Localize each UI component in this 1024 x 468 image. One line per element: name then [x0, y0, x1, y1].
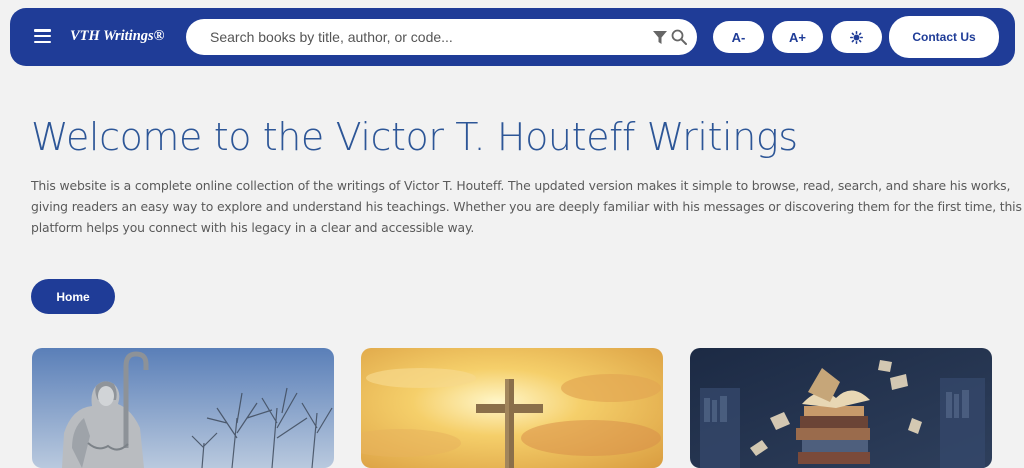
top-navbar: VTH Writings® A- A+ Contact Us — [10, 8, 1015, 66]
book-card-shepherd[interactable] — [32, 348, 334, 468]
intro-paragraph: This website is a complete online collec… — [31, 178, 1022, 235]
search-icon[interactable] — [671, 29, 687, 45]
page-title: Welcome to the Victor T. Houteff Writing… — [31, 115, 798, 159]
shepherd-statue-image — [32, 348, 334, 468]
book-card-cross[interactable] — [361, 348, 663, 468]
search-input[interactable] — [210, 19, 640, 55]
flying-books-image — [690, 348, 992, 468]
home-button[interactable]: Home — [31, 279, 115, 314]
brand-title[interactable]: VTH Writings® — [70, 28, 165, 45]
hamburger-menu-icon[interactable] — [34, 29, 51, 43]
filter-icon[interactable] — [653, 31, 667, 44]
font-decrease-button[interactable]: A- — [713, 21, 764, 53]
sun-gear-icon — [850, 30, 863, 44]
search-bar — [186, 19, 697, 55]
contact-us-button[interactable]: Contact Us — [889, 16, 999, 58]
book-card-books[interactable] — [690, 348, 992, 468]
font-increase-button[interactable]: A+ — [772, 21, 823, 53]
cross-sunset-image — [361, 348, 663, 468]
theme-toggle-button[interactable] — [831, 21, 882, 53]
